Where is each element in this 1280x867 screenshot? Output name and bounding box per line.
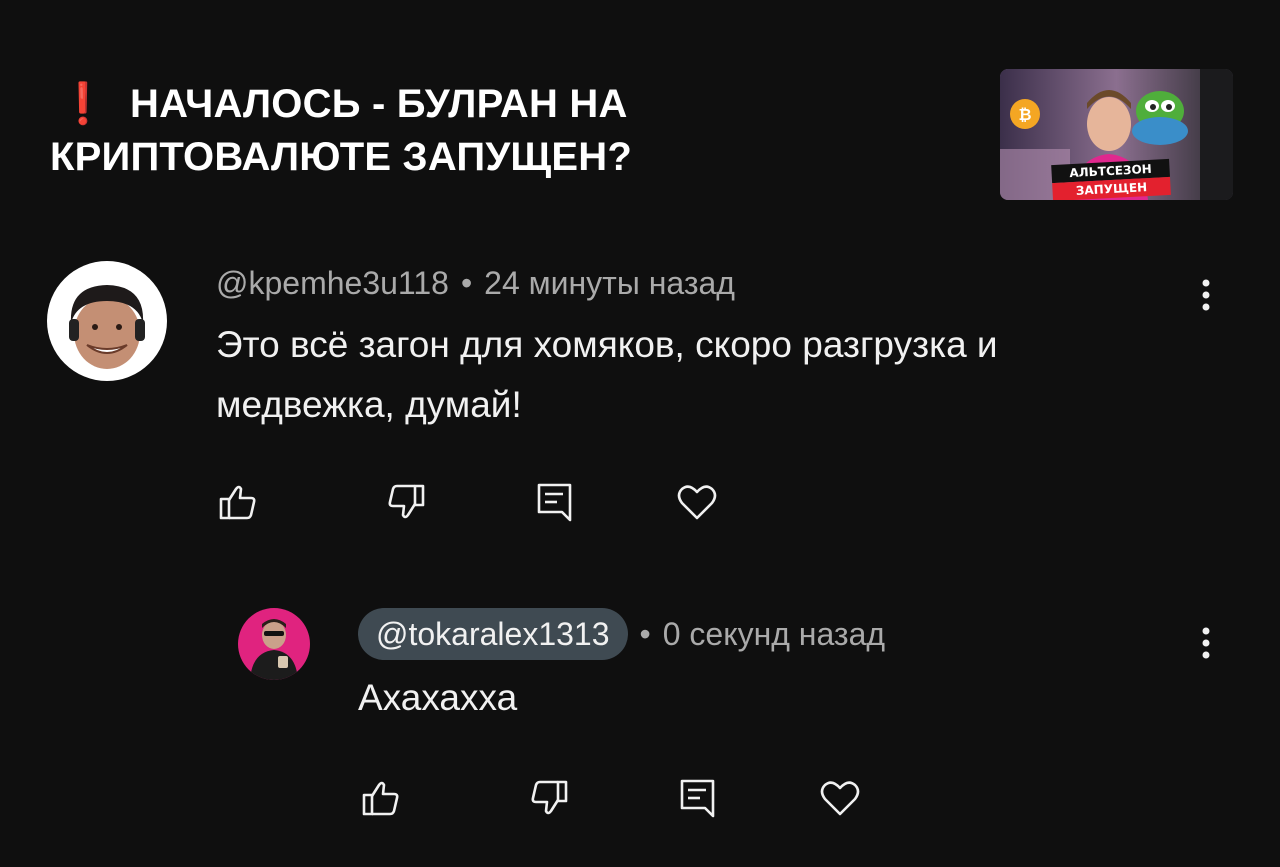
exclamation-icon: ❗ — [58, 82, 109, 126]
reply-menu-button[interactable] — [1196, 624, 1216, 664]
reply-time[interactable]: 0 секунд назад — [663, 616, 885, 652]
comment-time[interactable]: 24 минуты назад — [484, 265, 735, 301]
thumbs-up-icon — [219, 485, 256, 520]
more-vertical-icon — [1202, 627, 1210, 659]
video-header: ❗ НАЧАЛОСЬ - БУЛРАН НА КРИПТОВАЛЮТЕ ЗАПУЩ… — [0, 0, 1280, 230]
more-vertical-icon — [1202, 279, 1210, 311]
reply-author[interactable]: @tokaralex1313 — [358, 608, 628, 660]
reply-button[interactable] — [534, 481, 576, 523]
comment-author[interactable]: @kpemhe3u118 — [216, 265, 449, 301]
video-title-text: НАЧАЛОСЬ - БУЛРАН НА КРИПТОВАЛЮТЕ ЗАПУЩЕ… — [50, 82, 632, 179]
reply-avatar[interactable] — [238, 608, 310, 680]
reply-avatar-image — [238, 608, 310, 680]
reply-comment-icon — [680, 779, 715, 818]
heart-button[interactable] — [819, 777, 861, 819]
video-thumbnail[interactable]: ₿ АЛЬТСЕЗОН ЗАПУЩЕН — [1000, 69, 1233, 200]
meta-separator: • — [639, 616, 651, 652]
thumbs-down-icon — [531, 780, 568, 815]
dislike-button[interactable] — [528, 777, 570, 819]
like-button[interactable] — [360, 777, 402, 819]
comment-text: Это всё загон для хомяков, скоро разгруз… — [216, 324, 998, 425]
reply-button[interactable] — [677, 777, 719, 819]
heart-button[interactable] — [676, 481, 718, 523]
reply-comment-icon — [537, 483, 572, 522]
thumbs-up-icon — [362, 781, 399, 816]
reply-text: Ахахахха — [358, 677, 518, 718]
video-title[interactable]: ❗ НАЧАЛОСЬ - БУЛРАН НА КРИПТОВАЛЮТЕ ЗАПУЩ… — [50, 78, 950, 184]
thumbnail-caption: АЛЬТСЕЗОН ЗАПУЩЕН — [1051, 158, 1171, 200]
comment-meta: @kpemhe3u118 • 24 минуты назад — [216, 265, 735, 302]
thumbs-down-icon — [388, 484, 425, 519]
svg-text:₿: ₿ — [1018, 105, 1031, 124]
avatar[interactable] — [47, 261, 167, 381]
comment-menu-button[interactable] — [1196, 276, 1216, 316]
heart-icon — [677, 485, 717, 520]
heart-icon — [820, 781, 860, 816]
meta-separator: • — [460, 265, 473, 301]
like-button[interactable] — [217, 481, 259, 523]
dislike-button[interactable] — [385, 481, 427, 523]
reply-meta: @tokaralex1313 • 0 секунд назад — [358, 608, 885, 660]
avatar-image — [47, 261, 167, 381]
